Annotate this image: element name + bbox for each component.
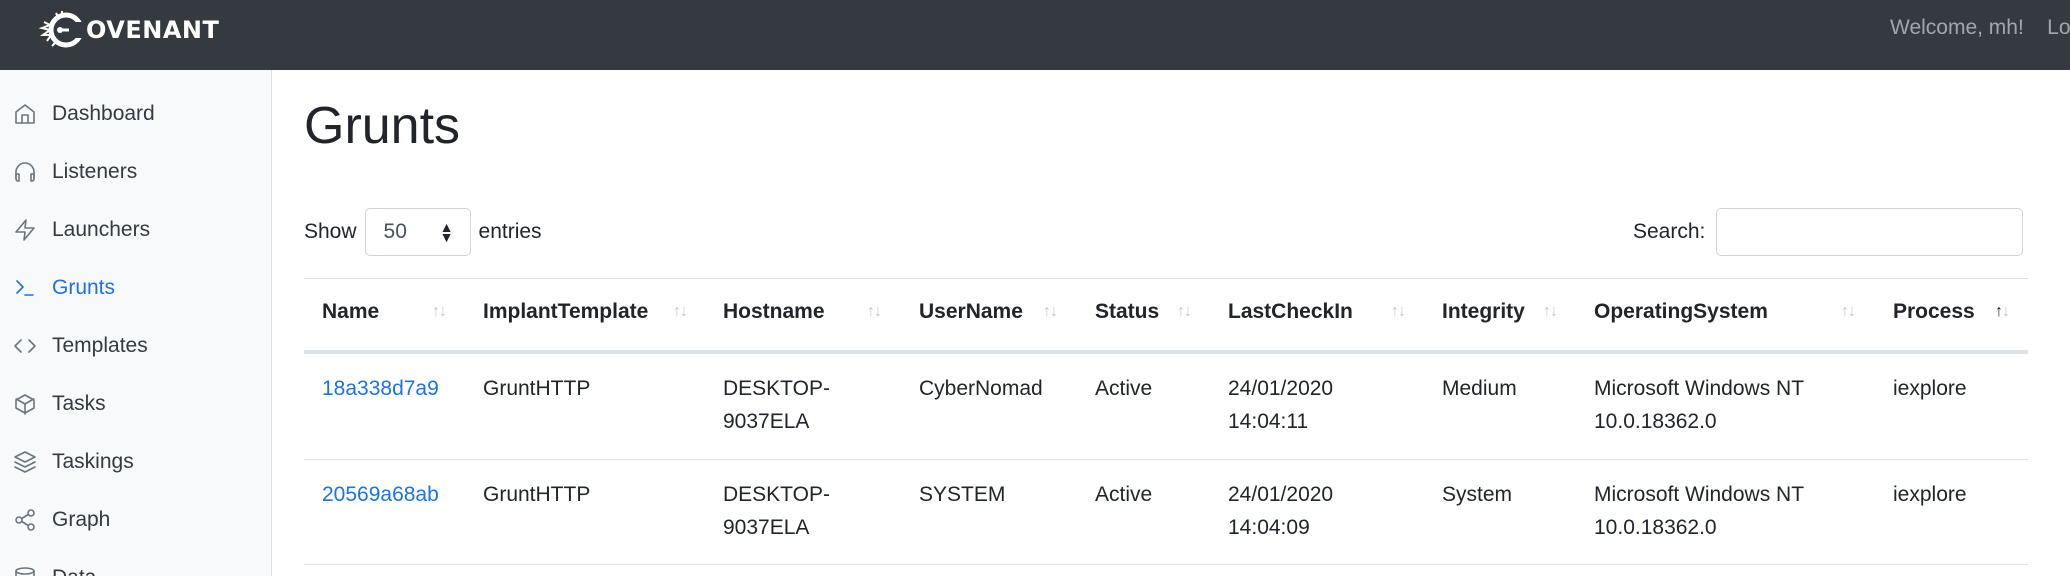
sort-arrows-icon[interactable]: ↑↓	[1391, 303, 1406, 321]
cell-os-name: Microsoft Windows NT	[1594, 483, 1805, 506]
row-divider	[304, 459, 2028, 460]
cell-hostname-line: DESKTOP-	[723, 483, 830, 506]
layers-icon	[13, 450, 37, 474]
brand-name: OVENANT	[86, 16, 220, 44]
cell-operatingsystem: Microsoft Windows NT 10.0.18362.0	[1594, 478, 1804, 544]
column-header-operatingsystem[interactable]: OperatingSystem	[1594, 300, 1768, 324]
sidebar-item-data[interactable]: Data	[0, 558, 271, 576]
sidebar-item-label: Data	[52, 566, 96, 576]
cell-date: 24/01/2020	[1228, 483, 1334, 506]
table-header-border	[304, 350, 2028, 354]
cell-hostname-line: 9037ELA	[723, 410, 810, 433]
sidebar-item-label: Templates	[52, 334, 148, 357]
sidebar-item-label: Grunts	[52, 276, 116, 299]
page-title: Grunts	[304, 97, 461, 155]
column-header-lastcheckin[interactable]: LastCheckIn	[1228, 300, 1353, 324]
sidebar-item-taskings[interactable]: Taskings	[0, 442, 271, 482]
row-divider	[304, 564, 2028, 565]
sidebar-item-label: Listeners	[52, 160, 138, 183]
sidebar-item-label: Tasks	[52, 392, 106, 415]
cell-hostname: DESKTOP- 9037ELA	[723, 372, 830, 438]
box-icon	[13, 392, 37, 416]
cell-implanttemplate: GruntHTTP	[483, 483, 591, 506]
sidebar-item-dashboard[interactable]: Dashboard	[0, 94, 271, 134]
sidebar-item-launchers[interactable]: Launchers	[0, 210, 271, 250]
cell-hostname-line: 9037ELA	[723, 516, 810, 539]
sort-arrows-icon[interactable]: ↑↓	[673, 303, 688, 321]
column-header-process[interactable]: Process	[1893, 300, 1975, 324]
cell-username: CyberNomad	[919, 377, 1043, 400]
cell-integrity: Medium	[1442, 377, 1517, 400]
column-header-integrity[interactable]: Integrity	[1442, 300, 1525, 324]
grunt-name-link[interactable]: 18a338d7a9	[322, 372, 439, 405]
zap-icon	[13, 218, 37, 242]
sidebar-item-label: Graph	[52, 508, 111, 531]
sort-arrows-icon[interactable]: ↑↓	[1043, 303, 1058, 321]
sort-arrows-icon[interactable]: ↑↓	[1995, 303, 2010, 321]
sidebar: Dashboard Listeners Launchers Grunts Tem…	[0, 70, 272, 576]
cell-os-version: 10.0.18362.0	[1594, 516, 1717, 539]
cell-hostname-line: DESKTOP-	[723, 377, 830, 400]
sort-arrows-icon[interactable]: ↑↓	[1177, 303, 1192, 321]
sort-arrows-icon[interactable]: ↑↓	[1543, 303, 1558, 321]
sidebar-item-label: Taskings	[52, 450, 134, 473]
sort-arrows-icon[interactable]: ↑↓	[432, 303, 447, 321]
cell-implanttemplate: GruntHTTP	[483, 377, 591, 400]
cell-time: 14:04:09	[1228, 516, 1310, 539]
user-menu[interactable]: Welcome, mh! Lo	[1890, 16, 2070, 40]
cell-process: iexplore	[1893, 483, 1967, 506]
code-icon	[13, 334, 37, 358]
table-top-border	[304, 278, 2028, 279]
terminal-icon	[13, 276, 37, 300]
covenant-logo[interactable]: OVENANT	[38, 8, 219, 52]
entries-label: entries	[478, 220, 542, 243]
column-header-implanttemplate[interactable]: ImplantTemplate	[483, 300, 648, 324]
sidebar-item-templates[interactable]: Templates	[0, 326, 271, 366]
welcome-text: Welcome, mh!	[1890, 16, 2024, 39]
column-header-name[interactable]: Name	[322, 300, 379, 324]
sidebar-item-graph[interactable]: Graph	[0, 500, 271, 540]
cell-status: Active	[1095, 483, 1153, 506]
cell-hostname: DESKTOP- 9037ELA	[723, 478, 830, 544]
cell-integrity: System	[1442, 483, 1513, 506]
covenant-logo-mark-icon	[38, 11, 86, 48]
sidebar-item-label: Launchers	[52, 218, 151, 241]
cell-operatingsystem: Microsoft Windows NT 10.0.18362.0	[1594, 372, 1804, 438]
column-header-status[interactable]: Status	[1095, 300, 1159, 324]
cell-username: SYSTEM	[919, 483, 1006, 506]
headphones-icon	[13, 160, 37, 184]
sidebar-item-label: Dashboard	[52, 102, 155, 125]
entries-length-control: Show 50 ▲ ▼ entries	[304, 207, 542, 257]
table-search: Search:	[1633, 207, 2024, 257]
cell-status: Active	[1095, 377, 1153, 400]
sidebar-item-listeners[interactable]: Listeners	[0, 152, 271, 192]
cell-os-version: 10.0.18362.0	[1594, 410, 1717, 433]
sort-arrows-icon[interactable]: ↑↓	[867, 303, 882, 321]
search-input[interactable]	[1716, 208, 2024, 256]
column-header-hostname[interactable]: Hostname	[723, 300, 825, 324]
sort-caret-icon: ▲ ▼	[439, 219, 454, 245]
cell-date: 24/01/2020	[1228, 377, 1334, 400]
sidebar-item-tasks[interactable]: Tasks	[0, 384, 271, 424]
top-navbar: OVENANT Welcome, mh! Lo	[0, 0, 2070, 70]
sort-arrows-icon[interactable]: ↑↓	[1841, 303, 1856, 321]
column-header-username[interactable]: UserName	[919, 300, 1023, 324]
entries-select-value: 50	[383, 220, 407, 243]
entries-select[interactable]: 50 ▲ ▼	[364, 208, 471, 256]
grunt-name-link[interactable]: 20569a68ab	[322, 478, 439, 511]
home-icon	[13, 102, 37, 126]
cell-os-name: Microsoft Windows NT	[1594, 377, 1805, 400]
cell-process: iexplore	[1893, 377, 1967, 400]
logout-link[interactable]: Lo	[2047, 16, 2070, 39]
search-label: Search:	[1633, 220, 1706, 243]
sidebar-item-grunts[interactable]: Grunts	[0, 268, 271, 308]
show-label: Show	[304, 220, 357, 243]
cell-lastcheckin: 24/01/2020 14:04:09	[1228, 478, 1333, 544]
cell-time: 14:04:11	[1228, 410, 1309, 433]
database-icon	[13, 566, 37, 576]
cell-lastcheckin: 24/01/2020 14:04:11	[1228, 372, 1333, 438]
share-icon	[13, 508, 37, 532]
